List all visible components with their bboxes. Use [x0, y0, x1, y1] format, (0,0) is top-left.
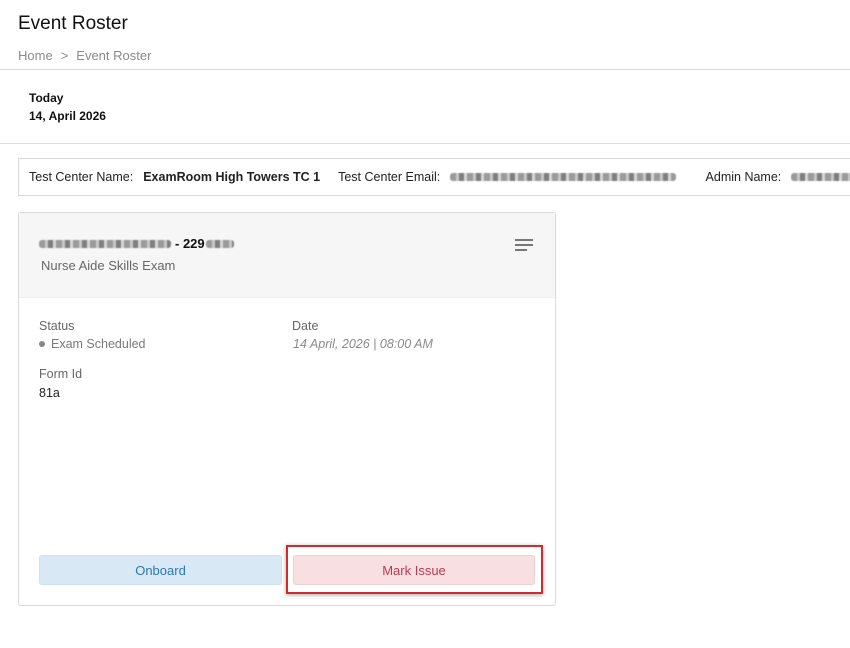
candidate-card-header: - 229 Nurse Aide Skills Exam [19, 213, 555, 298]
test-center-name-label: Test Center Name: [29, 170, 134, 184]
menu-icon[interactable] [515, 239, 533, 253]
test-center-email-redacted [450, 173, 676, 181]
status-value: Exam Scheduled [39, 337, 146, 351]
today-date: 14, April 2026 [29, 109, 106, 123]
status-text: Exam Scheduled [51, 337, 146, 351]
admin-name-redacted [791, 173, 850, 181]
status-dot-icon [39, 341, 45, 347]
candidate-card: - 229 Nurse Aide Skills Exam Status Exam… [18, 212, 556, 606]
exam-name: Nurse Aide Skills Exam [41, 258, 176, 273]
candidate-name: - 229 [39, 236, 234, 251]
breadcrumb-home[interactable]: Home [18, 48, 53, 63]
form-id-label: Form Id [39, 367, 83, 381]
mark-issue-button[interactable]: Mark Issue [293, 555, 535, 585]
candidate-name-redacted [39, 239, 171, 248]
candidate-id-redacted [205, 239, 234, 248]
page-title: Event Roster [18, 13, 128, 34]
onboard-button[interactable]: Onboard [39, 555, 282, 585]
today-block: Today 14, April 2026 [29, 89, 106, 125]
date-value: 14 April, 2026 | 08:00 AM [293, 337, 433, 351]
admin-name-label: Admin Name: [705, 170, 782, 184]
test-center-info-bar: Test Center Name: ExamRoom High Towers T… [18, 158, 850, 196]
status-label: Status [39, 319, 75, 333]
today-divider [0, 143, 850, 144]
breadcrumb-current: Event Roster [76, 48, 152, 63]
test-center-email-label: Test Center Email: [338, 170, 441, 184]
today-label: Today [29, 91, 64, 105]
test-center-name-value: ExamRoom High Towers TC 1 [143, 170, 321, 184]
date-label: Date [292, 319, 319, 333]
candidate-id: - 229 [175, 236, 205, 251]
header-divider [0, 69, 850, 70]
breadcrumb-separator: > [60, 48, 69, 63]
form-id-value: 81a [39, 386, 60, 400]
breadcrumb: Home > Event Roster [18, 48, 151, 63]
